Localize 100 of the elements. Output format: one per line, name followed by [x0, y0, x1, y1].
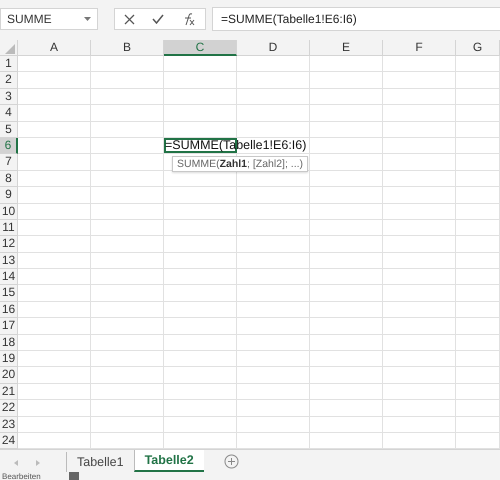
grid-cell[interactable]: [383, 285, 456, 302]
grid-cell[interactable]: [310, 384, 383, 400]
grid-cell[interactable]: [91, 105, 164, 122]
grid-cell[interactable]: [91, 252, 164, 270]
grid-cell[interactable]: [91, 400, 164, 417]
grid-cell[interactable]: [383, 122, 456, 138]
grid-cell[interactable]: [310, 432, 383, 450]
grid-cell[interactable]: [383, 187, 456, 204]
grid-cell[interactable]: [18, 72, 91, 89]
grid-cell[interactable]: [18, 187, 91, 204]
grid-cell[interactable]: [383, 351, 456, 368]
grid-cell[interactable]: [91, 285, 164, 302]
grid-cell[interactable]: [383, 367, 456, 384]
grid-cell[interactable]: [164, 432, 237, 450]
grid-cell[interactable]: [91, 154, 164, 171]
formula-field[interactable]: =SUMME(Tabelle1!E6:I6): [212, 7, 500, 31]
grid-cell[interactable]: [383, 252, 456, 270]
grid-cell[interactable]: [237, 252, 310, 270]
grid-cell[interactable]: [237, 187, 310, 204]
column-header[interactable]: G: [456, 40, 500, 56]
grid-cell[interactable]: [18, 236, 91, 253]
grid-cell[interactable]: [91, 187, 164, 204]
grid-cell[interactable]: [383, 154, 456, 171]
function-icon[interactable]: [182, 12, 196, 26]
grid-cell[interactable]: [164, 400, 237, 417]
grid-cell[interactable]: [164, 285, 237, 302]
grid-cell[interactable]: [18, 56, 91, 72]
grid-cell[interactable]: [237, 400, 310, 417]
grid-cell[interactable]: [310, 72, 383, 89]
grid-cell[interactable]: [383, 138, 456, 154]
grid-cell[interactable]: [456, 432, 500, 450]
grid-cell[interactable]: [237, 384, 310, 400]
grid-cell[interactable]: [456, 318, 500, 335]
grid-cell[interactable]: [237, 204, 310, 220]
grid-cell[interactable]: [18, 252, 91, 270]
grid-cell[interactable]: [91, 302, 164, 318]
row-header[interactable]: 21: [0, 384, 18, 400]
column-header[interactable]: B: [91, 40, 164, 56]
column-header[interactable]: C: [164, 40, 237, 56]
grid-cell[interactable]: [164, 252, 237, 270]
grid-cell[interactable]: [18, 318, 91, 335]
grid-cell[interactable]: [91, 122, 164, 138]
scroll-left-icon[interactable]: [14, 460, 18, 466]
grid-cell[interactable]: [456, 105, 500, 122]
grid-cell[interactable]: [164, 367, 237, 384]
grid-cell[interactable]: [383, 56, 456, 72]
grid-cell[interactable]: [164, 72, 237, 89]
grid-cell[interactable]: [91, 220, 164, 236]
grid-cell[interactable]: [164, 56, 237, 72]
grid-cell[interactable]: [91, 204, 164, 220]
row-header[interactable]: 11: [0, 220, 18, 236]
grid-cell[interactable]: [91, 170, 164, 188]
grid-cell[interactable]: [456, 302, 500, 318]
row-header[interactable]: 1: [0, 56, 18, 72]
grid-cell[interactable]: [237, 367, 310, 384]
cancel-icon[interactable]: [124, 14, 135, 24]
grid-cell[interactable]: [164, 236, 237, 253]
grid-cell[interactable]: [237, 56, 310, 72]
grid-cell[interactable]: [18, 285, 91, 302]
row-header[interactable]: 15: [0, 285, 18, 302]
row-header[interactable]: 2: [0, 72, 18, 89]
add-sheet-icon[interactable]: [224, 454, 239, 470]
grid-cell[interactable]: [310, 400, 383, 417]
grid-cell[interactable]: [18, 384, 91, 400]
grid-cell[interactable]: [237, 351, 310, 368]
grid-cell[interactable]: [310, 302, 383, 318]
grid-cell[interactable]: [456, 138, 500, 154]
column-header[interactable]: F: [383, 40, 456, 56]
grid-cell[interactable]: [91, 56, 164, 72]
grid-cell[interactable]: [164, 88, 237, 106]
grid-cell[interactable]: [237, 432, 310, 450]
grid-cell[interactable]: [383, 105, 456, 122]
grid-cell[interactable]: [237, 88, 310, 106]
grid-cell[interactable]: [456, 400, 500, 417]
grid-cell[interactable]: [310, 269, 383, 286]
row-header[interactable]: 6: [0, 138, 18, 154]
grid-cell[interactable]: [456, 170, 500, 188]
grid-cell[interactable]: [18, 334, 91, 352]
grid-cell[interactable]: [310, 252, 383, 270]
grid-cell[interactable]: [91, 367, 164, 384]
grid-cell[interactable]: [310, 154, 383, 171]
grid-cell[interactable]: [456, 204, 500, 220]
column-header[interactable]: A: [18, 40, 91, 56]
grid-cell[interactable]: [237, 334, 310, 352]
grid-cell[interactable]: [456, 187, 500, 204]
grid-cell[interactable]: [164, 351, 237, 368]
row-header[interactable]: 14: [0, 269, 18, 286]
grid-cell[interactable]: [456, 269, 500, 286]
row-header[interactable]: 12: [0, 236, 18, 253]
grid-cell[interactable]: [164, 416, 237, 433]
row-header[interactable]: 17: [0, 318, 18, 335]
grid-cell[interactable]: [164, 204, 237, 220]
grid-cell[interactable]: [383, 72, 456, 89]
row-header[interactable]: 22: [0, 400, 18, 417]
grid-cell[interactable]: [383, 416, 456, 433]
grid-cell[interactable]: [18, 170, 91, 188]
grid-cell[interactable]: [456, 334, 500, 352]
name-box[interactable]: SUMME: [0, 8, 98, 30]
grid-cell[interactable]: [91, 88, 164, 106]
grid-cell[interactable]: [91, 384, 164, 400]
